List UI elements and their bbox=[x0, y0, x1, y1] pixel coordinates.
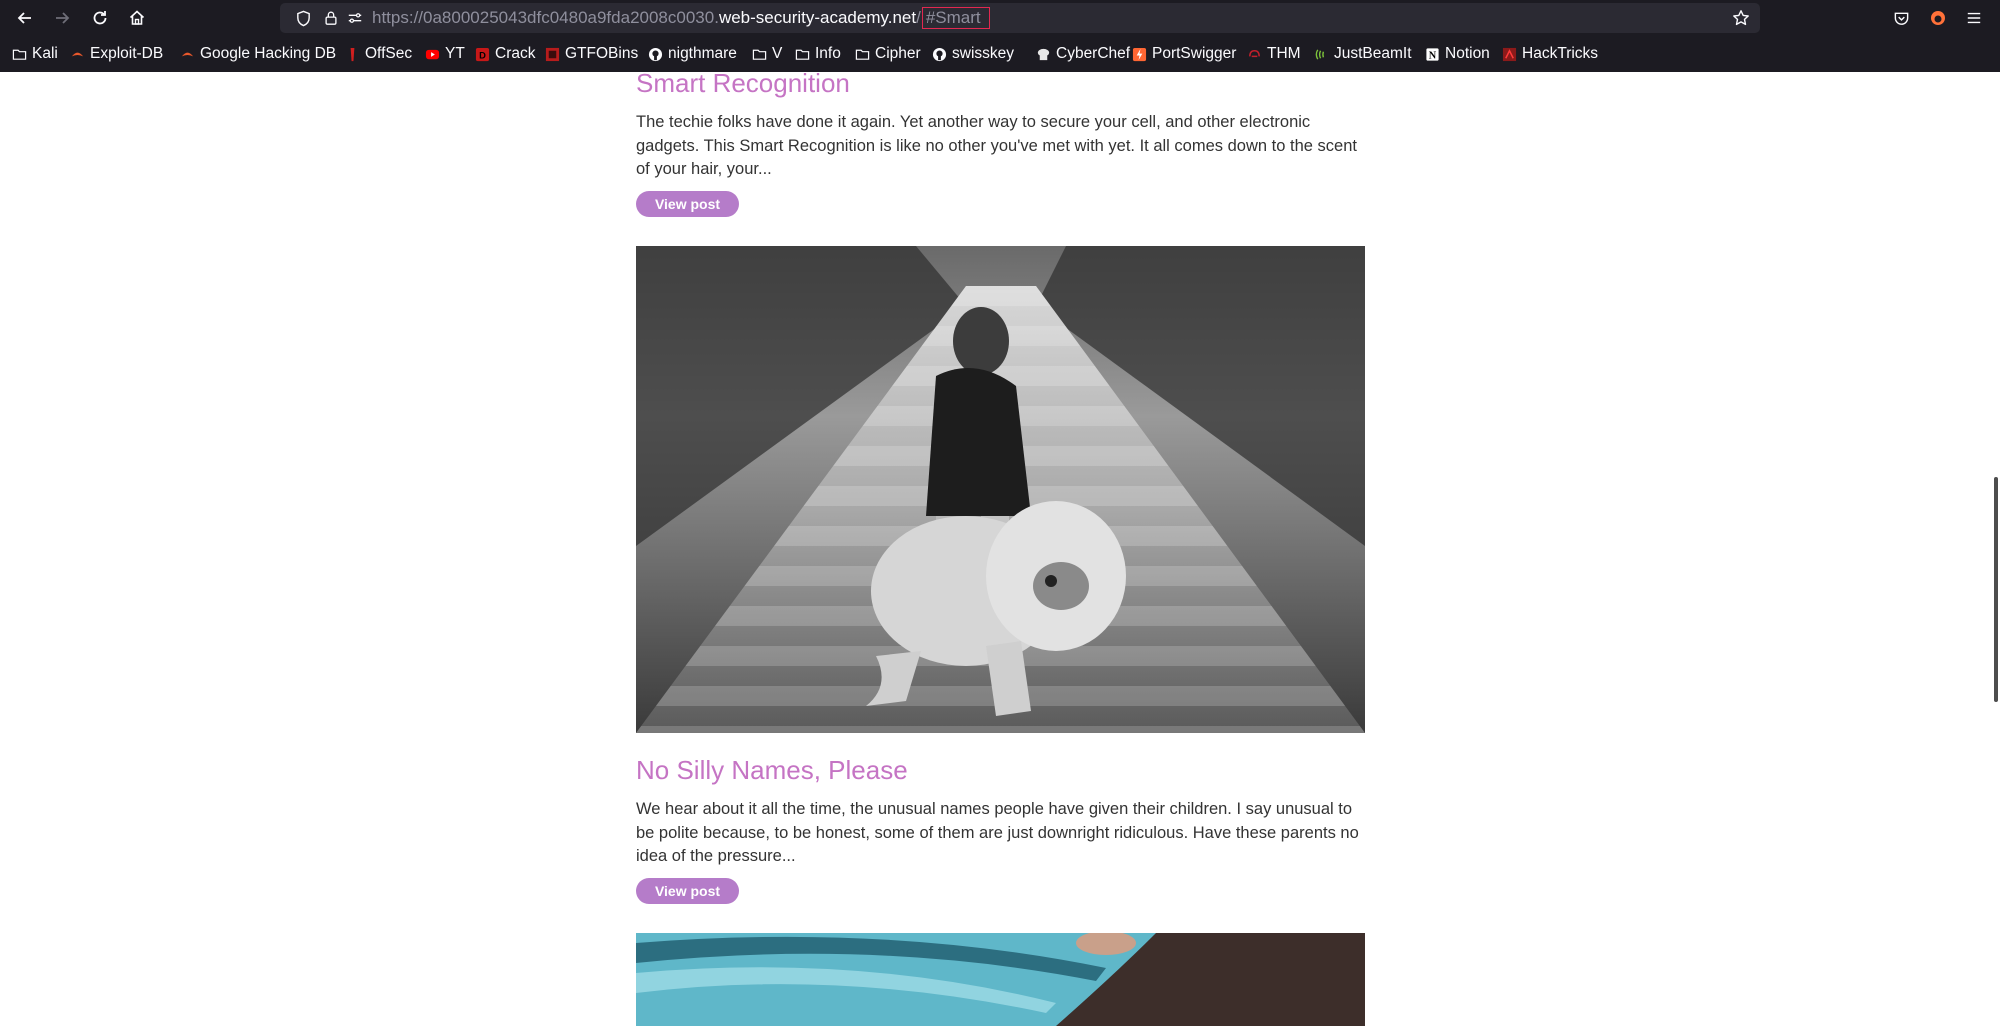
bookmark-item[interactable]: JustBeamIt bbox=[1314, 45, 1412, 63]
bookmark-item[interactable]: Cipher bbox=[855, 45, 921, 63]
pocket-icon bbox=[1894, 12, 1908, 25]
bookmark-item[interactable]: OffSec bbox=[345, 45, 412, 63]
lock-icon[interactable] bbox=[322, 9, 340, 27]
bookmark-label: nigthmare bbox=[668, 45, 737, 62]
bookmark-item[interactable]: D Crack bbox=[475, 45, 535, 63]
bookmark-label: GTFOBins bbox=[565, 45, 639, 62]
home-icon bbox=[129, 10, 145, 25]
bookmark-label: CyberChef bbox=[1056, 45, 1131, 62]
url-prefix: https://0a800025043dfc0480a9fda2008c0030… bbox=[372, 8, 719, 27]
folder-icon bbox=[12, 47, 27, 62]
notion-icon: N bbox=[1425, 47, 1440, 62]
page-content: Smart Recognition The techie folks have … bbox=[0, 68, 2000, 1026]
back-button[interactable] bbox=[12, 6, 38, 30]
folder-icon bbox=[855, 47, 870, 62]
navigation-toolbar: https://0a800025043dfc0480a9fda2008c0030… bbox=[0, 0, 2000, 36]
bookmark-label: YT bbox=[445, 45, 465, 62]
browser-chrome: https://0a800025043dfc0480a9fda2008c0030… bbox=[0, 0, 2000, 72]
blue-car-photo bbox=[636, 933, 1365, 1026]
view-post-button[interactable]: View post bbox=[636, 878, 739, 904]
github-icon bbox=[648, 47, 663, 62]
tracking-protection-shield-icon[interactable] bbox=[294, 9, 312, 27]
menu-button[interactable] bbox=[1963, 8, 1985, 28]
bookmark-star-icon[interactable] bbox=[1732, 9, 1750, 27]
bookmark-label: Crack bbox=[495, 45, 536, 62]
github-icon bbox=[932, 47, 947, 62]
hamburger-menu-icon bbox=[1967, 12, 1981, 24]
bookmark-item[interactable]: YT bbox=[425, 45, 465, 63]
bookmark-label: JustBeamIt bbox=[1334, 45, 1412, 62]
bookmark-label: Exploit-DB bbox=[90, 45, 164, 62]
bookmark-label: PortSwigger bbox=[1152, 45, 1237, 62]
bookmark-label: Info bbox=[815, 45, 841, 62]
post-title[interactable]: No Silly Names, Please bbox=[636, 755, 908, 786]
hacktricks-icon bbox=[1502, 47, 1517, 62]
forward-button[interactable] bbox=[49, 6, 75, 30]
permissions-icon[interactable] bbox=[346, 9, 364, 27]
post-image-girl-teddy-bear[interactable] bbox=[636, 246, 1365, 733]
bookmark-item[interactable]: GTFOBins bbox=[545, 45, 638, 63]
thm-icon bbox=[1247, 47, 1262, 62]
svg-text:N: N bbox=[1429, 50, 1437, 61]
reload-button[interactable] bbox=[87, 6, 113, 30]
bookmark-label: swisskey bbox=[952, 45, 1015, 62]
portswigger-icon bbox=[1132, 47, 1147, 62]
view-post-button[interactable]: View post bbox=[636, 191, 739, 217]
bookmark-label: Notion bbox=[1445, 45, 1490, 62]
folder-icon bbox=[795, 47, 810, 62]
youtube-icon bbox=[425, 47, 440, 62]
forward-arrow-icon bbox=[56, 12, 70, 24]
bookmark-item[interactable]: CyberChef bbox=[1036, 45, 1130, 63]
bookmarks-toolbar: Kali Exploit-DB Google Hacking DB OffSec YT D… bbox=[0, 42, 2000, 68]
page-scrollbar[interactable] bbox=[1990, 72, 2000, 1026]
exploitdb-icon bbox=[180, 47, 195, 62]
bookmark-item[interactable]: Exploit-DB bbox=[70, 45, 163, 63]
svg-text:D: D bbox=[479, 50, 486, 60]
bookmark-item[interactable]: Google Hacking DB bbox=[180, 45, 336, 63]
post-title[interactable]: Smart Recognition bbox=[636, 68, 850, 99]
folder-icon bbox=[752, 47, 767, 62]
url-slash: / bbox=[916, 8, 921, 27]
bookmark-label: Cipher bbox=[875, 45, 921, 62]
url-bar[interactable]: https://0a800025043dfc0480a9fda2008c0030… bbox=[280, 3, 1760, 33]
bookmark-item[interactable]: Kali bbox=[12, 45, 58, 63]
extension-button[interactable] bbox=[1927, 8, 1949, 28]
bookmark-item[interactable]: N Notion bbox=[1425, 45, 1490, 63]
bookmark-item[interactable]: PortSwigger bbox=[1132, 45, 1236, 63]
bookmark-item[interactable]: nigthmare bbox=[648, 45, 737, 63]
bookmark-label: Kali bbox=[32, 45, 58, 62]
post-excerpt: The techie folks have done it again. Yet… bbox=[636, 113, 1357, 178]
bookmark-item[interactable]: swisskey bbox=[932, 45, 1014, 63]
post-excerpt: We hear about it all the time, the unusu… bbox=[636, 800, 1359, 865]
bookmark-label: V bbox=[772, 45, 783, 62]
bookmark-item[interactable]: THM bbox=[1247, 45, 1301, 63]
bookmark-label: Google Hacking DB bbox=[200, 45, 337, 62]
justbeamit-icon bbox=[1314, 47, 1329, 62]
scrollbar-thumb[interactable] bbox=[1994, 477, 1998, 702]
bookmark-item[interactable]: Info bbox=[795, 45, 841, 63]
bookmark-item[interactable]: HackTricks bbox=[1502, 45, 1598, 63]
bookmark-label: THM bbox=[1267, 45, 1301, 62]
reload-icon bbox=[93, 11, 107, 25]
gtfobins-icon bbox=[545, 47, 560, 62]
url-hash-highlight: #Smart bbox=[921, 7, 990, 29]
url-text[interactable]: https://0a800025043dfc0480a9fda2008c0030… bbox=[372, 7, 990, 29]
exploitdb-icon bbox=[70, 47, 85, 62]
bookmark-item[interactable]: V bbox=[752, 45, 782, 63]
cyberchef-icon bbox=[1036, 47, 1051, 62]
crack-icon: D bbox=[475, 47, 490, 62]
pocket-button[interactable] bbox=[1890, 8, 1912, 28]
girl-with-teddy-bear-photo bbox=[636, 246, 1365, 733]
back-arrow-icon bbox=[17, 12, 31, 24]
bookmark-label: HackTricks bbox=[1522, 45, 1599, 62]
home-button[interactable] bbox=[124, 6, 150, 30]
firefox-extension-icon bbox=[1931, 11, 1945, 25]
post-image-car[interactable] bbox=[636, 933, 1365, 1026]
offsec-icon bbox=[345, 47, 360, 62]
bookmark-label: OffSec bbox=[365, 45, 413, 62]
url-domain: web-security-academy.net bbox=[718, 8, 917, 27]
